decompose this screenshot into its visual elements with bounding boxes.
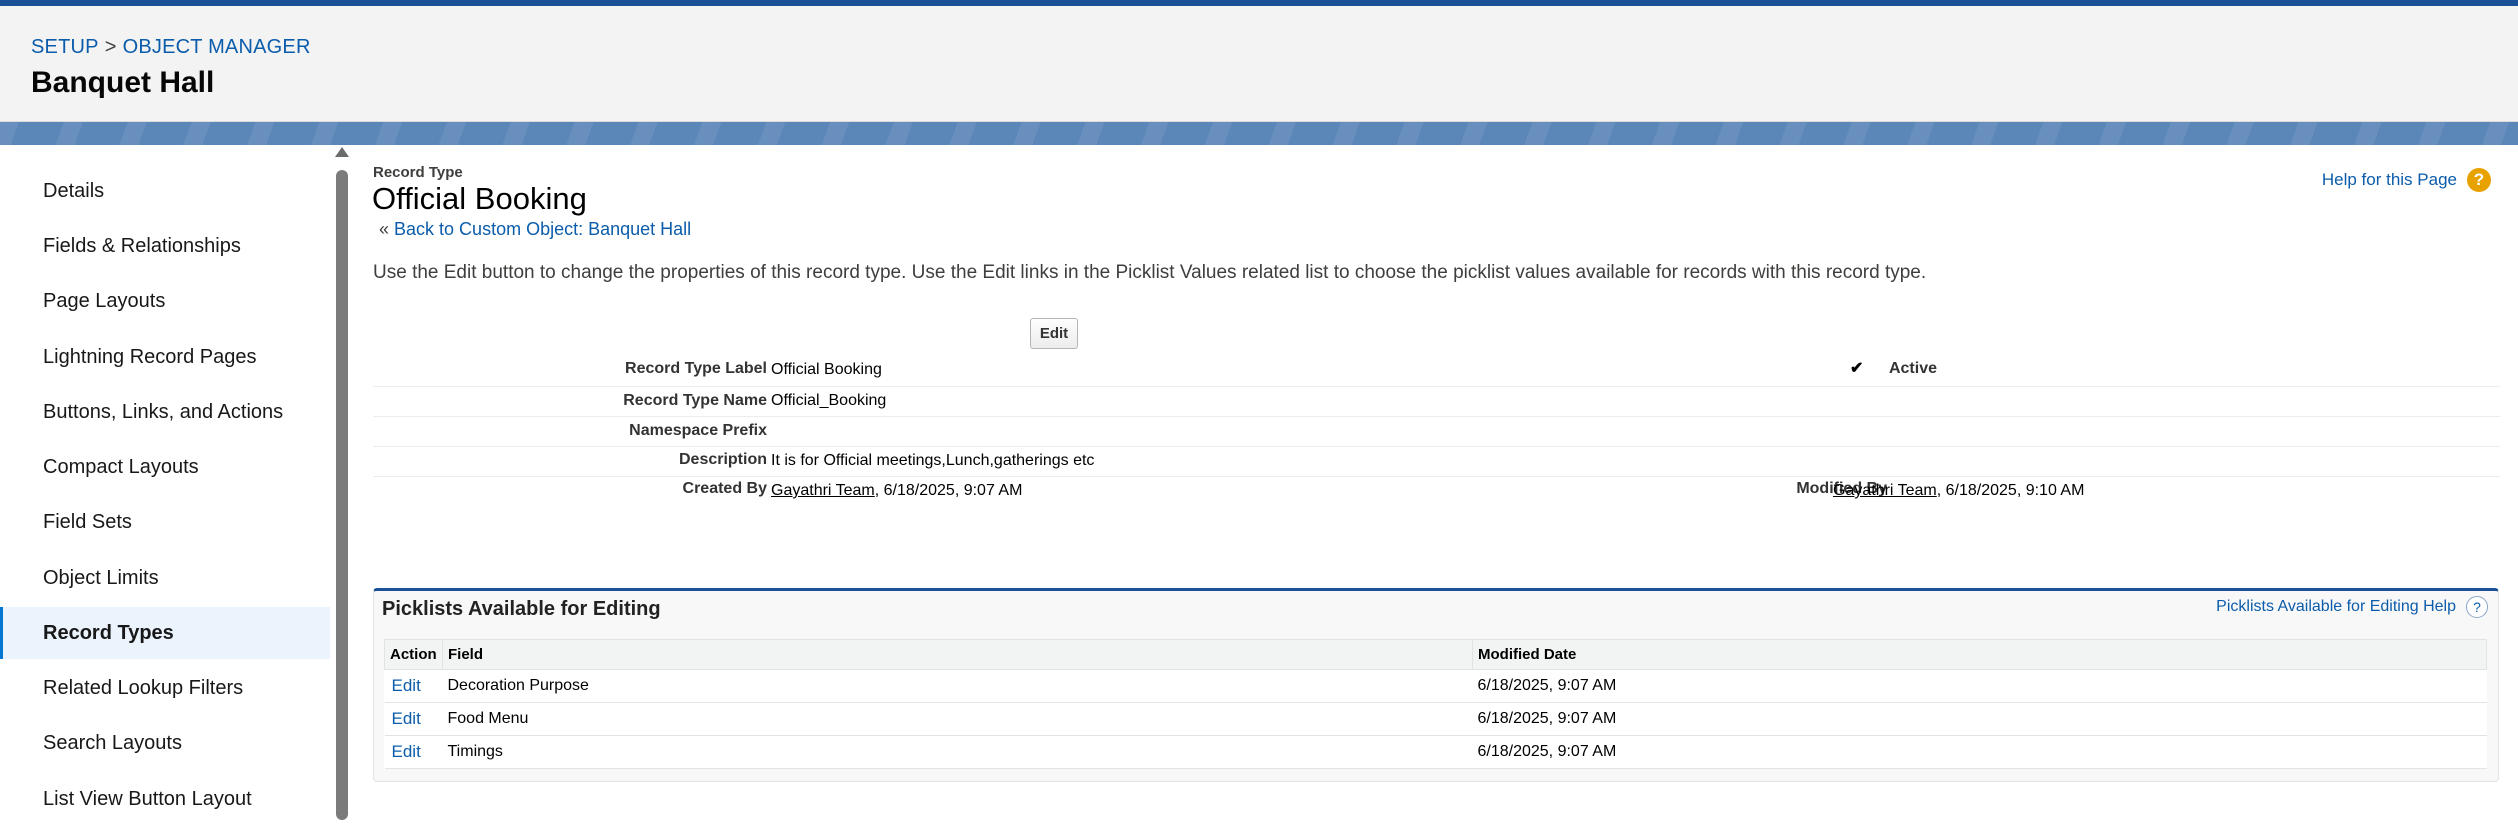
modified-by-date: , 6/18/2025, 9:10 AM (1936, 482, 2085, 499)
sidebar-item-record-types[interactable]: Record Types (0, 607, 330, 659)
detail-row: Namespace Prefix (373, 417, 2500, 447)
detail-row: Record Type Name Official_Booking (373, 387, 2500, 417)
breadcrumb-separator: > (104, 36, 117, 58)
detail-row: Record Type Label Official Booking Activ… (373, 355, 2500, 387)
back-link-container: « Back to Custom Object: Banquet Hall (379, 219, 691, 240)
record-type-name-value: Official_Booking (771, 392, 887, 409)
namespace-prefix-label: Namespace Prefix (629, 422, 767, 439)
help-for-page[interactable]: Help for this Page ? (2322, 168, 2491, 192)
sidebar-item-buttons-links-actions[interactable]: Buttons, Links, and Actions (0, 386, 330, 438)
modified-by-value: Gayathri Team, 6/18/2025, 9:10 AM (1833, 482, 2084, 500)
record-type-section-label: Record Type (373, 164, 463, 181)
sidebar-item-fields-relationships[interactable]: Fields & Relationships (0, 220, 330, 272)
description-label: Description (678, 451, 767, 468)
picklists-title: Picklists Available for Editing (382, 598, 661, 620)
page-title: Banquet Hall (31, 66, 215, 99)
column-header-modified-date: Modified Date (1472, 639, 2487, 670)
sidebar-item-field-sets[interactable]: Field Sets (0, 496, 330, 548)
decorative-banner (0, 122, 2518, 145)
record-type-name-label: Record Type Name (623, 392, 767, 409)
picklists-help[interactable]: Picklists Available for Editing Help ? (2216, 596, 2488, 618)
column-header-action: Action (384, 639, 443, 670)
row-action-cell: Edit (384, 702, 443, 736)
picklists-table: Action Field Modified Date Edit Decorati… (384, 639, 2487, 769)
edit-timings-link[interactable]: Edit (390, 742, 421, 761)
back-prefix: « (379, 219, 390, 239)
sidebar-item-list-view-button-layout[interactable]: List View Button Layout (0, 773, 330, 825)
breadcrumb-object-manager[interactable]: OBJECT MANAGER (123, 36, 311, 58)
sidebar-scrollbar[interactable] (334, 145, 350, 820)
table-row: Edit Timings 6/18/2025, 9:07 AM (384, 735, 2487, 769)
record-type-label-label: Record Type Label (625, 360, 767, 377)
breadcrumb-setup[interactable]: SETUP (31, 36, 99, 58)
row-action-cell: Edit (384, 669, 443, 703)
table-row: Edit Decoration Purpose 6/18/2025, 9:07 … (384, 669, 2487, 703)
row-modified-cell: 6/18/2025, 9:07 AM (1472, 735, 2487, 769)
row-field-cell: Food Menu (442, 702, 1473, 736)
column-header-field: Field (442, 639, 1473, 670)
table-row: Edit Food Menu 6/18/2025, 9:07 AM (384, 702, 2487, 736)
row-field-cell: Decoration Purpose (442, 669, 1473, 703)
detail-row: Description It is for Official meetings,… (373, 447, 2500, 477)
page-description: Use the Edit button to change the proper… (373, 262, 1927, 283)
detail-row: Created By Gayathri Team, 6/18/2025, 9:0… (373, 477, 2500, 507)
record-type-title: Official Booking (372, 181, 587, 216)
edit-decoration-purpose-link[interactable]: Edit (390, 676, 421, 695)
modified-by-user-link[interactable]: Gayathri Team (1833, 482, 1937, 499)
record-type-detail-table: Record Type Label Official Booking Activ… (373, 355, 2500, 507)
sidebar-item-compact-layouts[interactable]: Compact Layouts (0, 441, 330, 493)
sidebar-item-details[interactable]: Details (0, 165, 330, 217)
created-by-value: Gayathri Team, 6/18/2025, 9:07 AM (771, 482, 1022, 500)
record-type-label-value: Official Booking (771, 361, 882, 378)
table-header-row: Action Field Modified Date (384, 639, 2487, 670)
picklists-help-question-icon[interactable]: ? (2466, 596, 2488, 618)
page-header: SETUP > OBJECT MANAGER Banquet Hall (0, 6, 2518, 122)
breadcrumb: SETUP > OBJECT MANAGER (31, 36, 311, 59)
sidebar-item-related-lookup-filters[interactable]: Related Lookup Filters (0, 662, 330, 714)
sidebar-item-search-layouts[interactable]: Search Layouts (0, 717, 330, 769)
edit-button[interactable]: Edit (1030, 318, 1078, 349)
sidebar-item-object-limits[interactable]: Object Limits (0, 552, 330, 604)
picklists-help-link[interactable]: Picklists Available for Editing Help (2216, 598, 2456, 616)
created-by-date: , 6/18/2025, 9:07 AM (874, 482, 1023, 499)
sidebar-item-page-layouts[interactable]: Page Layouts (0, 275, 330, 327)
sidebar-nav: Details Fields & Relationships Page Layo… (0, 145, 332, 817)
row-action-cell: Edit (384, 735, 443, 769)
description-value: It is for Official meetings,Lunch,gather… (771, 452, 1095, 469)
row-modified-cell: 6/18/2025, 9:07 AM (1472, 669, 2487, 703)
help-for-page-link[interactable]: Help for this Page (2322, 170, 2457, 190)
active-label: Active (1888, 360, 1937, 377)
edit-food-menu-link[interactable]: Edit (390, 709, 421, 728)
picklists-related-list: Picklists Available for Editing Picklist… (373, 588, 2499, 782)
scroll-up-arrow-icon[interactable] (335, 147, 349, 157)
scrollbar-thumb[interactable] (336, 170, 348, 820)
back-to-custom-object-link[interactable]: Back to Custom Object: Banquet Hall (394, 219, 691, 239)
active-checkmark-icon: ✔ (1850, 360, 1864, 377)
created-by-label: Created By (682, 480, 767, 497)
row-field-cell: Timings (442, 735, 1473, 769)
created-by-user-link[interactable]: Gayathri Team (771, 482, 875, 499)
row-modified-cell: 6/18/2025, 9:07 AM (1472, 702, 2487, 736)
help-question-icon[interactable]: ? (2467, 168, 2491, 192)
sidebar-item-lightning-record-pages[interactable]: Lightning Record Pages (0, 331, 330, 383)
